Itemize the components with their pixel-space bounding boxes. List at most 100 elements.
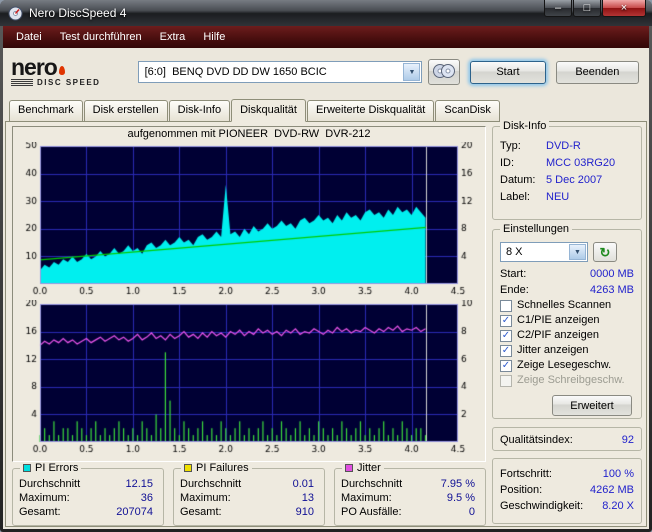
disk-info-box: Disk-Info Typ:DVD-R ID:MCC 03RG20 Datum:… bbox=[492, 126, 642, 220]
stat-label: PO Ausfälle: bbox=[341, 505, 402, 519]
pi-failures-color-swatch bbox=[184, 464, 192, 472]
checkbox-icon: ✓ bbox=[500, 345, 512, 357]
logo-product: DISC SPEED bbox=[37, 78, 100, 87]
progress-label: Fortschritt: bbox=[500, 466, 552, 482]
menu-item-test-durchfuehren[interactable]: Test durchführen bbox=[51, 28, 151, 46]
position-label: Position: bbox=[500, 482, 542, 498]
side-panel: Disk-Info Typ:DVD-R ID:MCC 03RG20 Datum:… bbox=[492, 126, 642, 524]
jitter-stats-box: Jitter Durchschnitt7.95 % Maximum:9.5 % … bbox=[334, 468, 486, 526]
speed-select[interactable]: 8 X ▼ bbox=[500, 242, 588, 262]
stat-label: Gesamt: bbox=[180, 505, 222, 519]
minimize-button[interactable]: – bbox=[544, 0, 572, 17]
tab-erweiterte-diskqualitaet[interactable]: Erweiterte Diskqualität bbox=[307, 100, 434, 122]
pi-errors-color-swatch bbox=[23, 464, 31, 472]
pi-errors-stats-box: PI Errors Durchschnitt12.15 Maximum:36 G… bbox=[12, 468, 164, 526]
quit-button[interactable]: Beenden bbox=[556, 61, 639, 84]
stat-value: 207074 bbox=[116, 505, 157, 519]
drive-select[interactable]: [6:0] BENQ DVD DD DW 1650 BCIC ▼ bbox=[138, 61, 423, 83]
tab-disk-info[interactable]: Disk-Info bbox=[169, 100, 230, 122]
app-window: Nero DiscSpeed 4 – □ × Datei Test durchf… bbox=[0, 0, 652, 532]
stat-label: Maximum: bbox=[19, 491, 70, 505]
chevron-down-icon[interactable]: ▼ bbox=[403, 63, 420, 81]
disk-info-value: DVD-R bbox=[546, 138, 581, 155]
chevron-down-icon[interactable]: ▼ bbox=[569, 244, 586, 260]
chart-panel: aufgenommen mit PIONEER DVD-RW DVR-212 bbox=[12, 126, 486, 462]
stat-value: 13 bbox=[302, 491, 318, 505]
disk-info-title: Disk-Info bbox=[500, 120, 549, 132]
menu-item-extra[interactable]: Extra bbox=[151, 28, 195, 46]
maximize-button[interactable]: □ bbox=[573, 0, 601, 17]
stat-label: Gesamt: bbox=[19, 505, 61, 519]
checkbox-schnelles-scannen[interactable]: Schnelles Scannen bbox=[500, 298, 634, 313]
speed-select-value: 8 X bbox=[506, 246, 523, 258]
titlebar[interactable]: Nero DiscSpeed 4 – □ × bbox=[0, 0, 652, 26]
advanced-button[interactable]: Erweitert bbox=[552, 395, 632, 416]
checkbox-c2-pif-anzeigen[interactable]: ✓C2/PIF anzeigen bbox=[500, 328, 634, 343]
disc-eject-button[interactable] bbox=[428, 59, 460, 85]
nero-flame-icon bbox=[59, 66, 65, 75]
stat-value: 36 bbox=[141, 491, 157, 505]
disk-info-label: Typ: bbox=[500, 138, 546, 155]
stat-label: Durchschnitt bbox=[19, 477, 80, 491]
stat-label: Durchschnitt bbox=[341, 477, 402, 491]
scan-end-value: 4263 MB bbox=[590, 282, 634, 298]
checkbox-icon bbox=[500, 375, 512, 387]
disk-info-label: Label: bbox=[500, 189, 546, 206]
scan-start-label: Start: bbox=[500, 266, 526, 282]
scan-start-value: 0000 MB bbox=[590, 266, 634, 282]
quality-index-value: 92 bbox=[622, 432, 634, 448]
checkbox-icon bbox=[500, 300, 512, 312]
disk-info-label: Datum: bbox=[500, 172, 546, 189]
progress-value: 100 % bbox=[603, 466, 634, 482]
stat-value: 0.01 bbox=[293, 477, 318, 491]
menu-item-datei[interactable]: Datei bbox=[7, 28, 51, 46]
settings-box: Einstellungen 8 X ▼ ↻ Start:0000 MB Ende… bbox=[492, 229, 642, 419]
disk-info-value: MCC 03RG20 bbox=[546, 155, 615, 172]
stat-value: 12.15 bbox=[125, 477, 157, 491]
pi-failures-stats-title: PI Failures bbox=[196, 462, 249, 474]
checkbox-zeige-lesegeschw[interactable]: ✓Zeige Lesegeschw. bbox=[500, 358, 634, 373]
drive-select-value: [6:0] BENQ DVD DD DW 1650 BCIC bbox=[145, 66, 327, 78]
tab-scandisk[interactable]: ScanDisk bbox=[435, 100, 499, 122]
tab-disk-erstellen[interactable]: Disk erstellen bbox=[84, 100, 168, 122]
chart-title: aufgenommen mit PIONEER DVD-RW DVR-212 bbox=[13, 127, 485, 142]
jitter-pif-chart bbox=[14, 300, 484, 458]
discs-icon bbox=[432, 63, 456, 79]
pi-errors-stats-title: PI Errors bbox=[35, 462, 78, 474]
speed-value: 8.20 X bbox=[602, 498, 634, 514]
menu-item-hilfe[interactable]: Hilfe bbox=[194, 28, 234, 46]
checkbox-jitter-anzeigen[interactable]: ✓Jitter anzeigen bbox=[500, 343, 634, 358]
stat-value: 7.95 % bbox=[441, 477, 479, 491]
quality-index-label: Qualitätsindex: bbox=[500, 432, 573, 448]
close-button[interactable]: × bbox=[602, 0, 646, 17]
checkbox-icon: ✓ bbox=[500, 315, 512, 327]
refresh-icon: ↻ bbox=[600, 245, 611, 260]
tab-benchmark[interactable]: Benchmark bbox=[9, 100, 83, 122]
tab-diskqualitaet[interactable]: Diskqualität bbox=[231, 99, 306, 122]
refresh-button[interactable]: ↻ bbox=[593, 242, 617, 262]
pi-errors-chart bbox=[14, 142, 484, 300]
quality-index-box: Qualitätsindex: 92 bbox=[492, 427, 642, 451]
stat-value: 910 bbox=[296, 505, 318, 519]
stat-value: 9.5 % bbox=[447, 491, 479, 505]
tab-page: aufgenommen mit PIONEER DVD-RW DVR-212 P… bbox=[5, 121, 647, 527]
stat-value: 0 bbox=[469, 505, 479, 519]
logo-brand: nero bbox=[11, 54, 57, 80]
menu-bar: Datei Test durchführen Extra Hilfe bbox=[3, 26, 649, 48]
checkbox-icon: ✓ bbox=[500, 360, 512, 372]
disk-info-value: 5 Dec 2007 bbox=[546, 172, 602, 189]
app-icon bbox=[8, 6, 23, 21]
tab-bar: Benchmark Disk erstellen Disk-Info Diskq… bbox=[3, 96, 649, 121]
checkbox-icon: ✓ bbox=[500, 330, 512, 342]
checkbox-zeige-schreibgeschw: Zeige Schreibgeschw. bbox=[500, 373, 634, 388]
pi-failures-stats-box: PI Failures Durchschnitt0.01 Maximum:13 … bbox=[173, 468, 325, 526]
checkbox-c1-pie-anzeigen[interactable]: ✓C1/PIE anzeigen bbox=[500, 313, 634, 328]
jitter-color-swatch bbox=[345, 464, 353, 472]
toolbar: nero DISC SPEED [6:0] BENQ DVD DD DW 165… bbox=[3, 48, 649, 96]
position-value: 4262 MB bbox=[590, 482, 634, 498]
start-button[interactable]: Start bbox=[470, 61, 545, 84]
disk-info-label: ID: bbox=[500, 155, 546, 172]
scan-end-label: Ende: bbox=[500, 282, 529, 298]
stat-label: Maximum: bbox=[180, 491, 231, 505]
jitter-stats-title: Jitter bbox=[357, 462, 381, 474]
